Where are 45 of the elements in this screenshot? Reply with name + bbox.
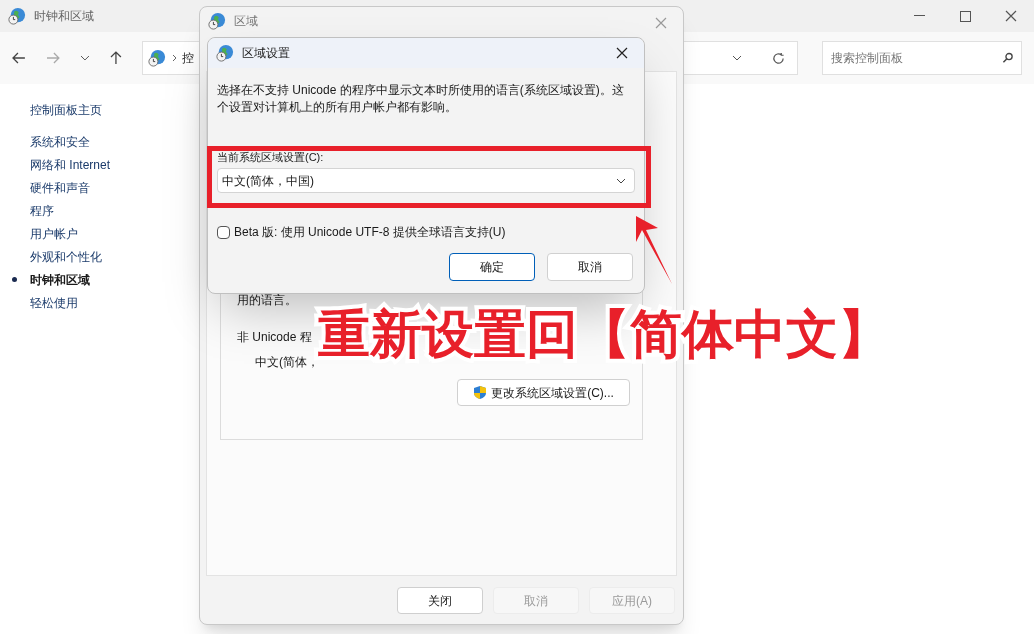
chevron-down-icon[interactable] (79, 55, 90, 61)
locale-select[interactable]: 中文(简体，中国) (217, 168, 635, 193)
shield-icon (473, 385, 488, 400)
window-title: 时钟和区域 (34, 8, 94, 25)
sidebar-link[interactable]: 控制面板主页 (30, 100, 102, 119)
sidebar-link[interactable]: 轻松使用 (30, 293, 78, 312)
back-arrow-icon[interactable] (12, 52, 26, 64)
change-locale-button[interactable]: 更改系统区域设置(C)... (457, 379, 630, 406)
dialog-description: 选择在不支持 Unicode 的程序中显示文本时所使用的语言(系统区域设置)。这个设置对计算机上的所有用户帐户都有影响。 (216, 82, 625, 116)
sidebar-link[interactable]: 系统和安全 (30, 132, 90, 151)
sidebar-link[interactable]: 外观和个性化 (30, 247, 102, 266)
dialog-button[interactable]: 关闭 (397, 587, 483, 614)
sidebar-link[interactable]: 程序 (30, 201, 54, 220)
up-arrow-icon[interactable] (109, 51, 122, 65)
globe-icon (216, 44, 234, 62)
breadcrumb-item[interactable]: 控 (181, 49, 194, 67)
setting-value: 中文(简体， (255, 355, 319, 371)
globe-icon (8, 7, 26, 25)
sidebar-link[interactable]: 硬件和声音 (30, 178, 90, 197)
close-icon[interactable] (616, 47, 628, 59)
search-field[interactable]: 搜索控制面板 (821, 41, 1022, 75)
setting-label: 非 Unicode 程 (237, 329, 312, 346)
sidebar-link[interactable]: 用户帐户 (30, 224, 78, 243)
chevron-down-icon[interactable] (731, 55, 742, 61)
globe-icon (147, 49, 166, 67)
breadcrumb-chevron-icon (171, 54, 177, 62)
close-icon[interactable] (1005, 10, 1017, 22)
checkbox-label[interactable]: Beta 版: 使用 Unicode UTF-8 提供全球语言支持(U) (234, 223, 506, 241)
sidebar-link[interactable]: 时钟和区域 (30, 270, 90, 289)
sidebar-link[interactable]: 网络和 Internet (30, 155, 111, 174)
dialog-title: 区域 (234, 13, 258, 30)
refresh-icon[interactable] (771, 51, 785, 65)
dialog-title: 区域设置 (242, 45, 290, 62)
globe-icon (208, 12, 226, 30)
annotation-text: 重新设置回【简体中文】 (318, 304, 890, 365)
dialog-button[interactable]: 取消 (547, 253, 633, 281)
minimize-icon[interactable] (913, 15, 925, 17)
group-text: 用的语言。 (237, 292, 297, 309)
search-input[interactable]: 搜索控制面板 (830, 49, 1002, 67)
search-icon[interactable] (1001, 52, 1013, 64)
checkbox[interactable] (217, 225, 230, 239)
chevron-down-icon (616, 177, 626, 184)
maximize-icon[interactable] (959, 10, 971, 22)
dialog-button[interactable]: 确定 (449, 253, 535, 281)
field-label: 当前系统区域设置(C): (217, 151, 324, 164)
